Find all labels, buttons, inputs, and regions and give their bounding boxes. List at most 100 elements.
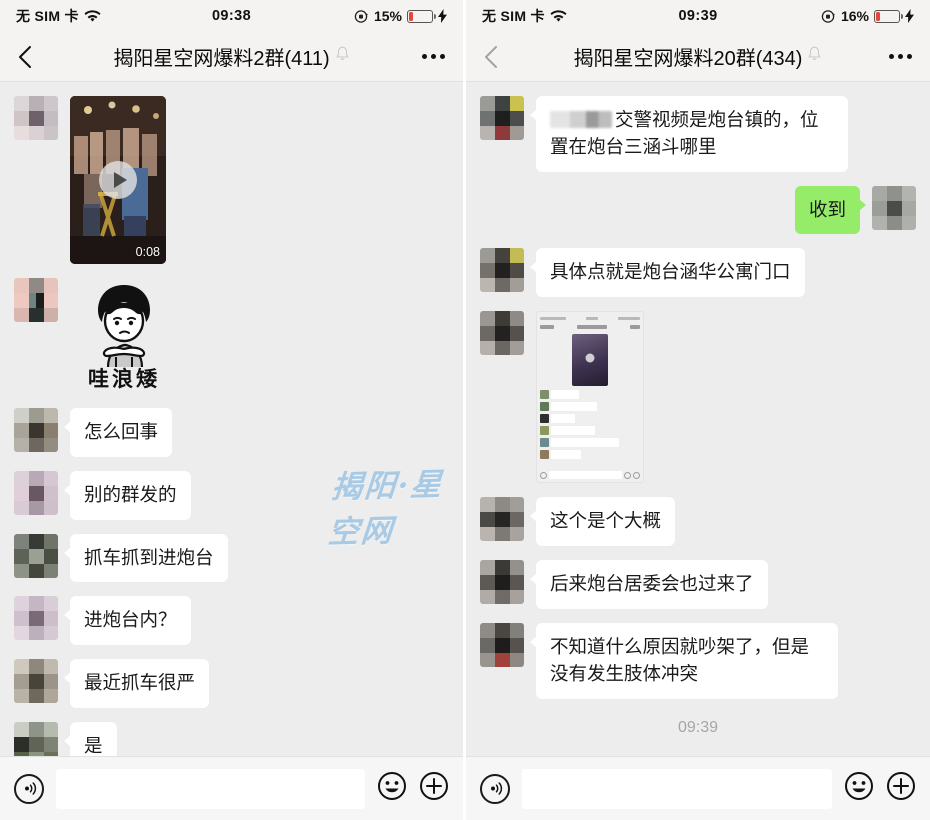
message-bubble[interactable]: 怎么回事 (63, 408, 173, 457)
message-row: 抓车抓到进炮台 (0, 533, 463, 597)
message-row: 别的群发的 (0, 470, 463, 534)
message-list-right[interactable]: 交警视频是炮台镇的，位置在炮台三涵斗哪里 收到 具体点就是炮台涵华公寓门口 这个… (466, 82, 930, 756)
avatar[interactable] (14, 533, 58, 578)
avatar[interactable] (480, 497, 524, 542)
nested-plus-icon (633, 471, 640, 479)
battery-icon (407, 9, 436, 23)
nested-nav-bar (540, 322, 640, 331)
avatar[interactable] (14, 722, 58, 756)
dual-screenshot-container: 无 SIM 卡 09:38 15% 揭阳星空网爆料2群(411) 揭阳·星空网 … (0, 0, 930, 820)
message-row: 收到 (466, 185, 930, 249)
message-input-field[interactable] (56, 768, 365, 809)
avatar[interactable] (14, 659, 58, 704)
status-bar: 无 SIM 卡 09:38 15% (0, 0, 463, 32)
message-row: 不知道什么原因就吵架了，但是没有发生肢体冲突 (466, 622, 930, 713)
smiley-icon[interactable] (377, 771, 407, 806)
message-bubble[interactable]: 不知道什么原因就吵架了，但是没有发生肢体冲突 (530, 622, 838, 699)
message-bubble[interactable]: 是 (64, 722, 117, 756)
sticker-caption: 哇浪矮 (88, 367, 160, 391)
message-row (466, 311, 930, 497)
message-list-left[interactable]: 揭阳·星空网 0:08 哇浪矮 怎么回事 别的群发的 抓车抓到进炮台 进炮台内？… (0, 82, 463, 756)
plus-icon[interactable] (419, 771, 449, 806)
nested-smiley-icon (624, 471, 631, 479)
nested-message-row (540, 402, 640, 412)
avatar[interactable] (480, 248, 524, 293)
message-row: 这个是个大概 (466, 497, 930, 560)
more-dot (431, 54, 436, 59)
message-input-bar (0, 756, 463, 820)
nested-input-bar (540, 471, 640, 480)
nested-voice-icon (540, 471, 547, 479)
nested-message-row (540, 438, 640, 448)
message-row: 0:08 (0, 96, 463, 278)
avatar[interactable] (480, 96, 524, 140)
navigation-bar: 揭阳星空网爆料2群(411) (0, 32, 463, 82)
nested-status-bar (540, 315, 640, 321)
more-dot (422, 54, 427, 59)
message-bubble[interactable]: 后来炮台居委会也过来了 (530, 560, 768, 609)
more-options-button[interactable] (422, 54, 445, 59)
lightning-bolt-icon (438, 9, 447, 23)
rotation-lock-icon (821, 9, 836, 24)
message-bubble[interactable]: 最近抓车很严 (63, 659, 210, 709)
navigation-bar: 揭阳星空网爆料20群(434) (466, 32, 930, 82)
video-duration: 0:08 (135, 245, 160, 259)
message-row: 进炮台内？ (0, 596, 463, 659)
message-row: 具体点就是炮台涵华公寓门口 (466, 248, 930, 311)
plus-icon[interactable] (886, 771, 916, 806)
play-icon[interactable] (99, 161, 137, 199)
nested-message-row (540, 414, 640, 424)
message-row: 交警视频是炮台镇的，位置在炮台三涵斗哪里 (466, 96, 930, 186)
avatar[interactable] (480, 311, 524, 356)
message-row: 后来炮台居委会也过来了 (466, 560, 930, 623)
voice-input-icon[interactable] (14, 773, 44, 804)
message-bubble[interactable]: 进炮台内？ (64, 596, 191, 646)
battery-icon (874, 9, 903, 23)
avatar[interactable] (14, 596, 58, 641)
status-bar: 无 SIM 卡 09:39 16% (466, 0, 930, 32)
avatar[interactable] (14, 408, 58, 452)
avatar[interactable] (480, 622, 524, 667)
phone-screen-right: 无 SIM 卡 09:39 16% 揭阳星空网爆料20群(434) 交警视频是炮… (466, 0, 930, 820)
message-row: 是 (0, 722, 463, 756)
avatar[interactable] (872, 185, 916, 230)
nested-image (572, 334, 608, 387)
chevron-left-icon (19, 45, 31, 68)
message-row: 哇浪矮 (0, 278, 463, 408)
message-bubble-outgoing[interactable]: 收到 (794, 185, 867, 235)
voice-input-icon[interactable] (480, 773, 510, 804)
message-row: 最近抓车很严 (0, 659, 463, 722)
chat-title: 揭阳星空网爆料2群(411) (60, 42, 403, 71)
back-button[interactable] (18, 45, 46, 69)
message-bubble[interactable]: 抓车抓到进炮台 (64, 533, 228, 583)
avatar[interactable] (14, 470, 58, 515)
nested-input-field (549, 471, 622, 480)
avatar[interactable] (14, 96, 58, 140)
back-button[interactable] (484, 45, 512, 69)
message-row: 怎么回事 (0, 408, 463, 471)
smiley-icon[interactable] (844, 771, 874, 806)
bell-muted-icon (335, 45, 350, 68)
chat-title: 揭阳星空网爆料20群(434) (526, 42, 870, 71)
status-right: 15% (354, 8, 447, 24)
cartoon-face-sticker (98, 285, 150, 367)
message-input-field[interactable] (522, 768, 832, 809)
avatar[interactable] (480, 560, 524, 605)
message-bubble[interactable]: 具体点就是炮台涵华公寓门口 (530, 248, 805, 298)
nested-message-row (540, 450, 640, 460)
video-message[interactable]: 0:08 (70, 96, 166, 264)
phone-screen-left: 无 SIM 卡 09:38 15% 揭阳星空网爆料2群(411) 揭阳·星空网 … (0, 0, 466, 820)
sticker-message[interactable]: 哇浪矮 (70, 278, 178, 390)
nested-message-row (540, 426, 640, 436)
message-bubble[interactable]: 交警视频是炮台镇的，位置在炮台三涵斗哪里 (530, 96, 848, 172)
message-timestamp: 09:39 (677, 718, 719, 736)
more-options-button[interactable] (889, 54, 912, 59)
message-bubble[interactable]: 别的群发的 (64, 470, 191, 520)
battery-percent-label: 15% (373, 8, 402, 24)
bell-muted-icon (807, 45, 822, 68)
message-input-bar (466, 756, 930, 820)
chat-screenshot-thumbnail[interactable] (536, 311, 644, 484)
more-dot (440, 54, 445, 59)
avatar[interactable] (14, 278, 58, 322)
message-bubble[interactable]: 这个是个大概 (529, 497, 676, 547)
